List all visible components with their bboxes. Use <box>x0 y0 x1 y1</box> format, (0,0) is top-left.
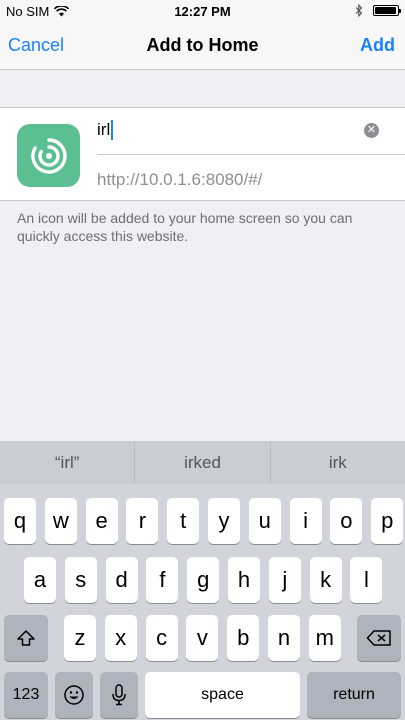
key-m[interactable]: m <box>308 615 341 661</box>
cancel-button[interactable]: Cancel <box>8 35 64 56</box>
target-logo-icon <box>30 137 67 174</box>
app-icon <box>17 124 80 187</box>
battery-icon <box>373 5 401 16</box>
key-z[interactable]: z <box>64 615 96 661</box>
clear-x-icon: ✕ <box>366 124 377 136</box>
helper-note: An icon will be added to your home scree… <box>17 210 353 244</box>
key-h[interactable]: h <box>228 557 260 603</box>
name-input[interactable]: irl <box>97 120 114 140</box>
return-key[interactable]: return <box>307 672 401 718</box>
key-w[interactable]: w <box>44 498 77 544</box>
status-right <box>355 4 401 17</box>
key-r[interactable]: r <box>126 498 159 544</box>
status-bar: No SIM 12:27 PM <box>0 0 405 22</box>
delete-key[interactable] <box>357 615 401 661</box>
key-a[interactable]: a <box>24 557 56 603</box>
name-field[interactable]: irl ✕ <box>97 108 405 155</box>
dictation-key[interactable] <box>100 672 138 718</box>
text-caret <box>111 120 114 140</box>
key-c[interactable]: c <box>145 615 178 661</box>
key-x[interactable]: x <box>104 615 137 661</box>
key-d[interactable]: d <box>105 557 138 603</box>
key-f[interactable]: f <box>146 557 179 603</box>
key-j[interactable]: j <box>268 557 301 603</box>
add-button[interactable]: Add <box>360 35 395 56</box>
key-u[interactable]: u <box>248 498 281 544</box>
key-y[interactable]: y <box>208 498 240 544</box>
keyboard: “irl” irked irk qwertyuiop asdfghjkl zxcvbnm… <box>0 441 405 720</box>
suggestion-item[interactable]: irk <box>271 441 405 484</box>
emoji-key[interactable] <box>55 672 93 718</box>
suggestion-bar: “irl” irked irk <box>0 441 405 484</box>
key-k[interactable]: k <box>309 557 342 603</box>
numbers-key[interactable]: 123 <box>4 672 48 718</box>
key-l[interactable]: l <box>350 557 383 603</box>
backspace-icon <box>366 630 391 646</box>
name-input-value: irl <box>97 120 111 139</box>
suggestion-item[interactable]: irked <box>135 441 271 484</box>
microphone-icon <box>112 684 126 706</box>
key-v[interactable]: v <box>186 615 219 661</box>
suggestion-item[interactable]: “irl” <box>0 441 136 484</box>
bluetooth-icon <box>355 4 363 17</box>
key-q[interactable]: q <box>4 498 36 544</box>
key-o[interactable]: o <box>330 498 363 544</box>
key-i[interactable]: i <box>289 498 322 544</box>
key-g[interactable]: g <box>187 557 220 603</box>
url-text: http://10.0.1.6:8080/#/ <box>97 170 263 189</box>
bookmark-form: irl ✕ http://10.0.1.6:8080/#/ <box>0 107 405 201</box>
key-p[interactable]: p <box>371 498 404 544</box>
shift-icon <box>17 630 35 646</box>
emoji-icon <box>64 685 84 705</box>
key-t[interactable]: t <box>167 498 200 544</box>
battery-fill <box>375 7 396 14</box>
key-b[interactable]: b <box>227 615 260 661</box>
key-n[interactable]: n <box>268 615 300 661</box>
key-e[interactable]: e <box>85 498 118 544</box>
status-time: 12:27 PM <box>174 4 231 19</box>
space-key[interactable]: space <box>145 672 300 718</box>
key-s[interactable]: s <box>64 557 97 603</box>
clear-text-button[interactable]: ✕ <box>364 123 379 138</box>
shift-key[interactable] <box>4 615 48 661</box>
navigation-bar: Cancel Add to Home Add <box>0 22 405 70</box>
